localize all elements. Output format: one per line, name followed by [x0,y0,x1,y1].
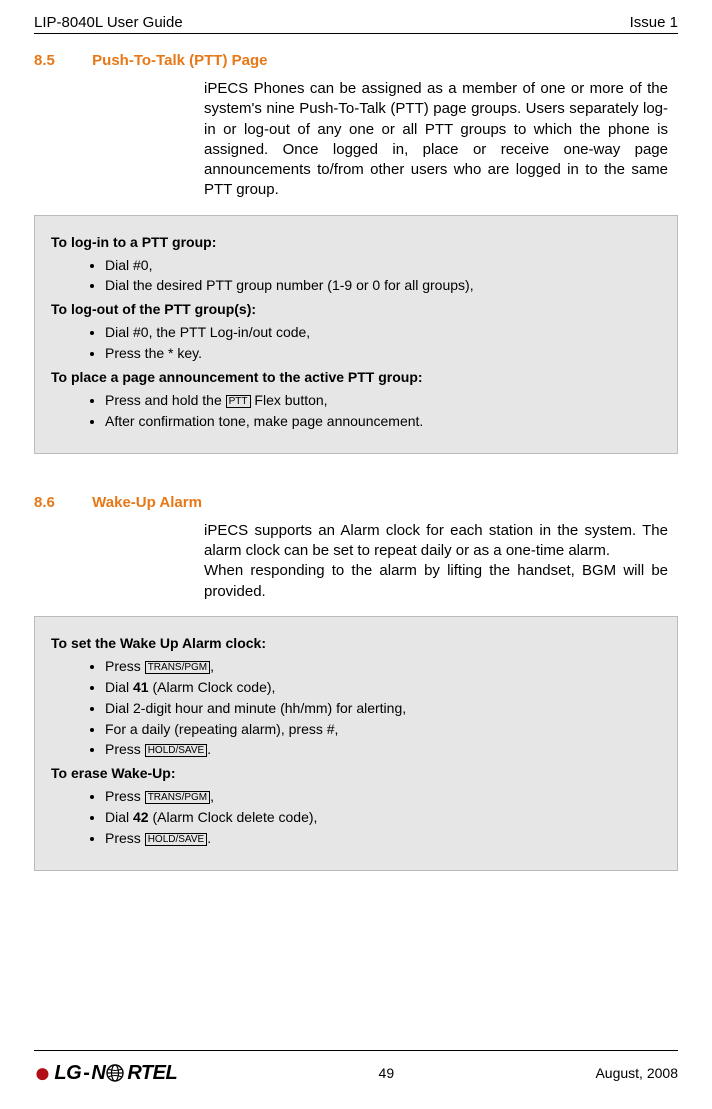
globe-icon [105,1063,125,1083]
logo-text-n: N [91,1062,105,1085]
header-issue: Issue 1 [630,14,678,31]
text: , [210,658,214,674]
list-item: Dial #0, [105,256,661,275]
box-heading: To erase Wake-Up: [51,765,661,781]
section-number: 8.6 [34,494,88,511]
list-item: Dial 2-digit hour and minute (hh/mm) for… [105,699,661,718]
box-heading: To log-in to a PTT group: [51,234,661,250]
text: . [207,741,211,757]
list-item: Press TRANS/PGM, [105,657,661,676]
section-number: 8.5 [34,52,88,69]
footer-date: August, 2008 [595,1065,678,1081]
section-8-6-body: iPECS supports an Alarm clock for each s… [204,521,668,602]
step-list: Dial #0, the PTT Log-in/out code, Press … [105,323,661,363]
list-item: Dial 41 (Alarm Clock code), [105,678,661,697]
section-heading-8-5: 8.5 Push-To-Talk (PTT) Page [34,52,678,69]
text: (Alarm Clock code), [149,679,276,695]
text: . [207,830,211,846]
list-item: Press and hold the PTT Flex button, [105,391,661,410]
keycap-hold-save: HOLD/SAVE [145,744,208,757]
bold-code: 42 [133,809,149,825]
text: Dial [105,679,133,695]
list-item: Press the * key. [105,344,661,363]
text: Press [105,788,145,804]
box-heading: To place a page announcement to the acti… [51,369,661,385]
text: Flex button, [251,392,328,408]
text: Press [105,741,145,757]
bold-code: 41 [133,679,149,695]
text: , [210,788,214,804]
box-heading: To log-out of the PTT group(s): [51,301,661,317]
page-content: LIP-8040L User Guide Issue 1 8.5 Push-To… [0,0,712,871]
page-number: 49 [356,1065,416,1081]
step-list: Dial #0, Dial the desired PTT group numb… [105,256,661,296]
instruction-box-8-6: To set the Wake Up Alarm clock: Press TR… [34,616,678,871]
logo-bullet-icon: ● [34,1057,50,1089]
keycap-ptt: PTT [226,395,251,408]
section-8-5-body: iPECS Phones can be assigned as a member… [204,79,668,201]
paragraph: When responding to the alarm by lifting … [204,561,668,602]
logo-text-lg: LG [54,1062,81,1085]
header-doc-title: LIP-8040L User Guide [34,14,183,31]
list-item: Press TRANS/PGM, [105,787,661,806]
list-item: Dial the desired PTT group number (1-9 o… [105,276,661,295]
keycap-trans-pgm: TRANS/PGM [145,661,210,674]
keycap-hold-save: HOLD/SAVE [145,833,208,846]
step-list: Press TRANS/PGM, Dial 42 (Alarm Clock de… [105,787,661,848]
text: Press and hold the [105,392,226,408]
text: Press [105,830,145,846]
logo-text-rtel: RTEL [127,1062,177,1085]
text: Dial [105,809,133,825]
paragraph: iPECS supports an Alarm clock for each s… [204,521,668,562]
box-heading: To set the Wake Up Alarm clock: [51,635,661,651]
list-item: Press HOLD/SAVE. [105,740,661,759]
list-item: After confirmation tone, make page annou… [105,412,661,431]
text: Press [105,658,145,674]
list-item: Dial 42 (Alarm Clock delete code), [105,808,661,827]
page-footer: ● LG - N RTEL 49 August, 2008 [34,1050,678,1089]
list-item: Press HOLD/SAVE. [105,829,661,848]
page-header: LIP-8040L User Guide Issue 1 [34,0,678,34]
step-list: Press TRANS/PGM, Dial 41 (Alarm Clock co… [105,657,661,759]
instruction-box-8-5: To log-in to a PTT group: Dial #0, Dial … [34,215,678,454]
keycap-trans-pgm: TRANS/PGM [145,791,210,804]
lg-nortel-logo: ● LG - N RTEL [34,1057,177,1089]
section-heading-8-6: 8.6 Wake-Up Alarm [34,494,678,511]
list-item: For a daily (repeating alarm), press #, [105,720,661,739]
section-title: Wake-Up Alarm [92,494,202,511]
section-title: Push-To-Talk (PTT) Page [92,52,267,69]
paragraph: iPECS Phones can be assigned as a member… [204,79,668,201]
text: (Alarm Clock delete code), [149,809,318,825]
list-item: Dial #0, the PTT Log-in/out code, [105,323,661,342]
step-list: Press and hold the PTT Flex button, Afte… [105,391,661,431]
